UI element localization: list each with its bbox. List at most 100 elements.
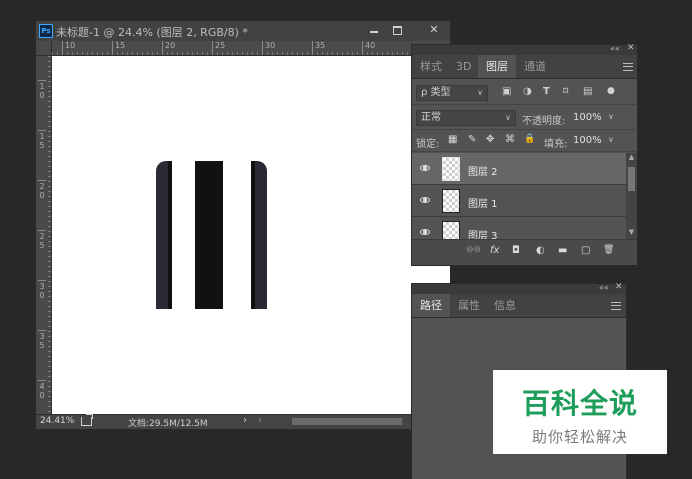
layer-style-fx-icon[interactable]: fx (490, 245, 499, 256)
ruler-v-tick: 3 0 (38, 280, 46, 300)
tab-properties[interactable]: 属性 (450, 294, 488, 317)
lock-transparent-icon[interactable]: ▦ (448, 134, 457, 145)
ruler-origin[interactable] (36, 41, 52, 56)
layers-panel-footer: ⊖⊖ fx ◘ ◐ ▬ ▢ 🗑 (412, 239, 637, 265)
lock-brush-icon[interactable]: ✎ (468, 134, 476, 145)
close-panel-icon[interactable]: ✕ (615, 282, 623, 292)
opacity-label: 不透明度: (522, 116, 566, 127)
collapse-panel-icon[interactable]: «« (599, 283, 609, 292)
tab-channels[interactable]: 通道 (516, 55, 554, 78)
document-window: Ps 未标题-1 @ 24.4% (图层 2, RGB/8) * ✕ 10 15… (35, 20, 451, 430)
lock-position-icon[interactable]: ✥ (486, 134, 494, 145)
ruler-h-tick: 15 (112, 41, 125, 55)
divider (412, 151, 637, 152)
chevron-down-icon: ∨ (477, 88, 483, 97)
layer-row[interactable]: 图层 2 (412, 153, 626, 185)
lock-all-icon[interactable]: 🔒 (524, 134, 535, 144)
filter-toggle-icon[interactable]: ● (607, 86, 615, 96)
horizontal-scrollbar-thumb[interactable] (292, 418, 402, 425)
close-window-button[interactable]: ✕ (421, 23, 447, 37)
tab-layers[interactable]: 图层 (478, 55, 516, 78)
stripe (172, 161, 195, 309)
stripe (156, 161, 168, 309)
panel-menu-icon[interactable] (611, 302, 621, 310)
layer-thumbnail (442, 221, 460, 239)
fill-label: 填充: (544, 139, 568, 150)
ruler-v-tick: 2 5 (38, 230, 46, 250)
add-mask-icon[interactable]: ◘ (512, 245, 520, 256)
filter-type-icon[interactable]: T (543, 86, 550, 97)
tab-styles[interactable]: 样式 (412, 55, 450, 78)
new-layer-icon[interactable]: ▢ (581, 245, 590, 256)
ruler-v-tick: 3 5 (38, 330, 46, 350)
export-icon[interactable] (81, 414, 93, 426)
layer-name[interactable]: 图层 1 (468, 195, 498, 210)
ruler-v-tick: 1 0 (38, 80, 46, 100)
layer-thumbnail (442, 157, 460, 181)
ruler-h-tick: 10 (62, 41, 75, 55)
panel-menu-icon[interactable] (623, 63, 633, 71)
blend-mode-select[interactable]: 正常 ∨ (416, 110, 516, 126)
scroll-up-icon[interactable]: ▲ (626, 153, 637, 161)
panel-header[interactable]: «« ✕ (412, 43, 637, 55)
layer-list: 图层 2 图层 1 图层 3 (412, 153, 626, 239)
layer-row[interactable]: 图层 3 (412, 217, 626, 239)
filter-kind-label: ρ 类型 (421, 87, 451, 98)
adjustment-layer-icon[interactable]: ◐ (536, 245, 545, 256)
scroll-down-icon[interactable]: ▼ (626, 228, 637, 236)
document-size-info[interactable]: 文档:29.5M/12.5M (128, 416, 208, 429)
watermark-logo: 百科全说 助你轻松解决 (493, 370, 667, 454)
layers-panel-tabs: 样式 3D 图层 通道 (412, 55, 637, 79)
document-titlebar[interactable]: Ps 未标题-1 @ 24.4% (图层 2, RGB/8) * ✕ (36, 21, 450, 42)
chevron-down-icon[interactable]: ∨ (608, 135, 614, 144)
vertical-ruler[interactable]: 1 0 1 5 2 0 2 5 3 0 3 5 4 0 (36, 56, 52, 414)
layer-name[interactable]: 图层 3 (468, 227, 498, 239)
panel-header[interactable]: «« ✕ (412, 282, 626, 294)
ruler-h-tick: 35 (312, 41, 325, 55)
document-title: 未标题-1 @ 24.4% (图层 2, RGB/8) * (56, 26, 248, 39)
close-panel-icon[interactable]: ✕ (627, 43, 635, 53)
delete-layer-icon[interactable]: 🗑 (603, 245, 614, 255)
status-menu-arrow-icon[interactable]: › (243, 415, 247, 426)
horizontal-ruler[interactable]: 10 15 20 25 30 35 40 (52, 41, 450, 56)
ruler-h-tick: 25 (212, 41, 225, 55)
layer-filter-select[interactable]: ρ 类型 ∨ (416, 85, 488, 101)
ruler-h-tick: 40 (362, 41, 375, 55)
filter-smart-object-icon[interactable]: ▤ (583, 86, 592, 97)
layer-list-scroll-thumb[interactable] (628, 167, 635, 191)
lock-artboard-icon[interactable]: ⌘ (505, 134, 515, 145)
ruler-h-tick: 30 (262, 41, 275, 55)
tab-info[interactable]: 信息 (486, 294, 524, 317)
zoom-readout[interactable]: 24.41% (40, 416, 74, 426)
layer-thumbnail (442, 189, 460, 213)
fill-input[interactable]: 100% (573, 135, 602, 146)
canvas[interactable] (52, 56, 450, 414)
scroll-left-arrow-icon[interactable]: ‹ (258, 415, 262, 426)
link-layers-icon[interactable]: ⊖⊖ (466, 245, 481, 255)
visibility-eye-icon[interactable] (420, 197, 430, 203)
maximize-button[interactable] (386, 23, 408, 37)
divider (412, 104, 637, 105)
striped-shape-artwork[interactable] (156, 161, 267, 309)
filter-pixel-icon[interactable]: ▣ (502, 86, 511, 97)
visibility-eye-icon[interactable] (420, 165, 430, 171)
minimize-button[interactable] (363, 23, 385, 37)
layers-panel: «« ✕ 样式 3D 图层 通道 ρ 类型 ∨ ▣ ◑ T ⌑ ▤ ● 正常 ∨… (411, 43, 638, 266)
layer-list-scrollbar[interactable] (626, 153, 637, 239)
opacity-input[interactable]: 100% (573, 112, 602, 123)
layer-row[interactable]: 图层 1 (412, 185, 626, 217)
filter-adjustment-icon[interactable]: ◑ (523, 86, 532, 97)
tab-3d[interactable]: 3D (448, 55, 479, 78)
tab-paths[interactable]: 路径 (412, 294, 450, 317)
photoshop-logo-icon: Ps (39, 24, 53, 38)
new-group-icon[interactable]: ▬ (558, 245, 567, 256)
divider (412, 129, 637, 130)
layer-name[interactable]: 图层 2 (468, 163, 498, 178)
watermark-title: 百科全说 (521, 387, 638, 420)
filter-shape-icon[interactable]: ⌑ (563, 86, 568, 97)
chevron-down-icon[interactable]: ∨ (608, 112, 614, 121)
collapse-panel-icon[interactable]: «« (610, 44, 620, 53)
visibility-eye-icon[interactable] (420, 229, 430, 235)
lock-label: 锁定: (416, 139, 440, 150)
stripe (223, 161, 251, 309)
